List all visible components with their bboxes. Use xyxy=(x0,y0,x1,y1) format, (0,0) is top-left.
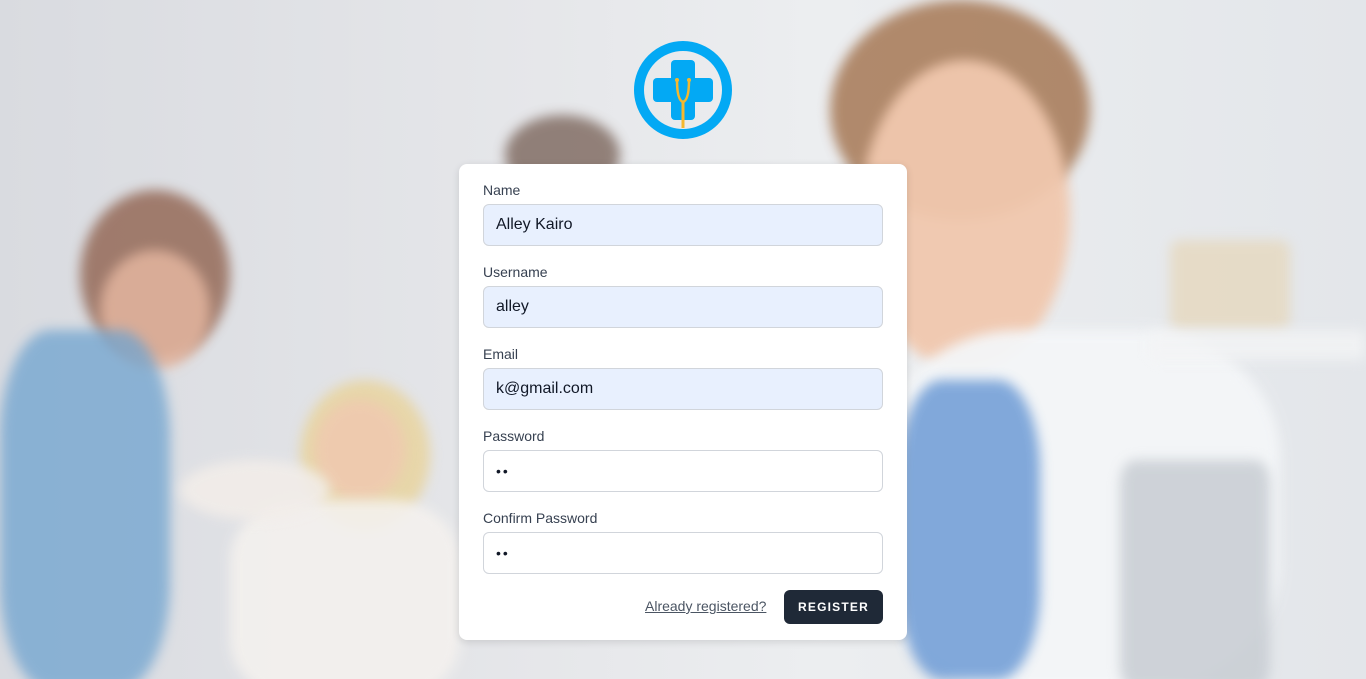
confirm-password-input[interactable] xyxy=(483,532,883,574)
register-page: Name Username Email Password Confirm Pas… xyxy=(0,0,1366,679)
confirm-password-label: Confirm Password xyxy=(483,510,598,526)
username-input[interactable] xyxy=(483,286,883,328)
name-label: Name xyxy=(483,182,521,198)
register-button[interactable]: REGISTER xyxy=(784,590,883,624)
name-input[interactable] xyxy=(483,204,883,246)
medical-cross-stethoscope-icon xyxy=(634,41,732,139)
email-label: Email xyxy=(483,346,519,362)
password-label: Password xyxy=(483,428,545,444)
password-input[interactable] xyxy=(483,450,883,492)
already-registered-link[interactable]: Already registered? xyxy=(645,598,766,614)
email-input[interactable] xyxy=(483,368,883,410)
register-form-card: Name Username Email Password Confirm Pas… xyxy=(459,164,907,640)
username-label: Username xyxy=(483,264,548,280)
